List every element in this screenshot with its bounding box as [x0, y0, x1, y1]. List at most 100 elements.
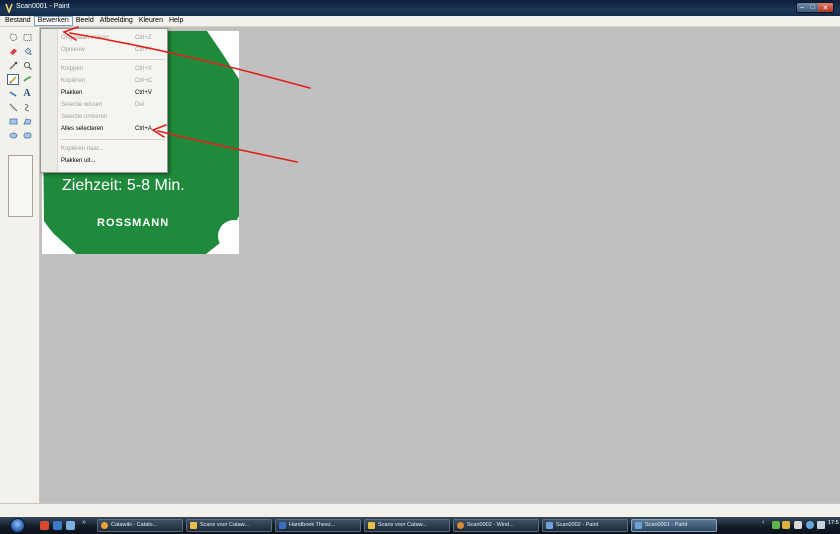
polygon-tool-icon[interactable] — [21, 116, 33, 127]
menu-bewerken[interactable]: Bewerken — [33, 16, 73, 26]
taskbar-item-label: Handboek Theez... — [289, 522, 336, 528]
menu-item-paste-from[interactable]: Plakken uit... — [61, 156, 165, 167]
menu-item-copy-to[interactable]: Kopiëren naar... — [61, 144, 165, 155]
taskbar-item-scans-2[interactable]: Scans voor Cataw... — [364, 519, 450, 532]
menu-item-copy[interactable]: Kopiëren Ctrl+C — [61, 76, 165, 87]
quicklaunch-switch-icon[interactable] — [66, 521, 75, 530]
taskbar-item-label: Scan0002 - Paint — [556, 522, 599, 528]
chrome-icon — [101, 522, 108, 529]
menu-bar: Bestand Bewerken Beeld Afbeelding Kleure… — [0, 16, 840, 27]
menu-separator — [61, 139, 165, 140]
menu-item-shortcut: Ctrl+V — [135, 90, 152, 96]
paint-icon — [635, 522, 642, 529]
menu-item-cut[interactable]: Knippen Ctrl+X — [61, 64, 165, 75]
quicklaunch-overflow-icon[interactable]: » — [82, 519, 86, 526]
fill-bucket-tool-icon[interactable] — [21, 46, 33, 57]
quicklaunch-browser-icon[interactable] — [40, 521, 49, 530]
tray-app-icon[interactable] — [782, 521, 790, 529]
taskbar-item-scan0001-paint[interactable]: Scan0001 - Paint — [631, 519, 717, 532]
menu-help[interactable]: Help — [166, 16, 186, 26]
title-bar: Scan0001 - Paint – □ ✕ — [0, 0, 840, 16]
taskbar: » Catawiki - Catalo... Scans voor Cataw.… — [0, 517, 840, 534]
window-controls: – □ ✕ — [796, 2, 834, 13]
status-bar — [0, 503, 840, 517]
menu-bestand[interactable]: Bestand — [2, 16, 34, 26]
tray-expand-icon[interactable]: ‹ — [762, 519, 764, 526]
menu-item-label: Kopiëren naar... — [61, 146, 104, 152]
taskbar-item-label: Scan0002 - Wind... — [467, 522, 514, 528]
menu-item-select-all[interactable]: Alles selecteren Ctrl+A — [61, 124, 165, 135]
folder-icon — [190, 522, 197, 529]
folder-icon — [368, 522, 375, 529]
eraser-tool-icon[interactable] — [7, 46, 19, 57]
network-icon[interactable] — [794, 521, 802, 529]
tray-app-icon[interactable] — [806, 521, 814, 529]
curve-tool-icon[interactable] — [21, 102, 33, 113]
rounded-rectangle-tool-icon[interactable] — [21, 130, 33, 141]
ellipse-tool-icon[interactable] — [7, 130, 19, 141]
menu-item-label: Opnieuw — [61, 47, 85, 53]
tool-options-box[interactable] — [8, 155, 33, 217]
menu-item-shortcut: Ctrl+A — [135, 126, 152, 132]
color-picker-tool-icon[interactable] — [7, 60, 19, 71]
menu-item-redo[interactable]: Opnieuw Ctrl+Y — [61, 45, 165, 56]
word-icon — [279, 522, 286, 529]
taskbar-item-label: Scan0001 - Paint — [645, 522, 688, 528]
tray-app-icon[interactable] — [772, 521, 780, 529]
maximize-button[interactable]: □ — [807, 3, 818, 12]
menu-item-label: Selectie omkeren — [61, 114, 108, 120]
menu-item-shortcut: Ctrl+C — [135, 78, 153, 84]
paint-icon — [546, 522, 553, 529]
menu-item-shortcut: Ctrl+Y — [135, 47, 152, 53]
menu-kleuren[interactable]: Kleuren — [136, 16, 166, 26]
brush-tool-icon[interactable] — [21, 74, 33, 85]
rectangle-tool-icon[interactable] — [7, 116, 19, 127]
menu-item-label: Knippen — [61, 66, 84, 72]
toolbox: A — [0, 27, 40, 503]
rect-select-tool-icon[interactable] — [21, 32, 33, 43]
menu-item-label: Ongedaan maken — [61, 35, 109, 41]
photo-viewer-icon — [457, 522, 464, 529]
menu-item-label: Plakken uit... — [61, 158, 96, 164]
clock[interactable]: 17:5 — [828, 520, 839, 526]
brewing-time-text: Ziehzeit: 5-8 Min. — [62, 177, 185, 194]
edit-menu-dropdown: Ongedaan maken Ctrl+Z Opnieuw Ctrl+Y Kni… — [40, 28, 168, 173]
free-select-tool-icon[interactable] — [7, 32, 19, 43]
menu-item-invert-selection[interactable]: Selectie omkeren — [61, 112, 165, 123]
window-title: Scan0001 - Paint — [16, 3, 70, 10]
menu-item-shortcut: Ctrl+X — [135, 66, 152, 72]
menu-item-undo[interactable]: Ongedaan maken Ctrl+Z — [61, 33, 165, 44]
menu-beeld[interactable]: Beeld — [73, 16, 97, 26]
paint-app-icon — [5, 3, 13, 13]
taskbar-item-scan0002-paint[interactable]: Scan0002 - Paint — [542, 519, 628, 532]
menu-item-label: Kopiëren — [61, 78, 86, 84]
taskbar-item-scan0002-viewer[interactable]: Scan0002 - Wind... — [453, 519, 539, 532]
pencil-tool-icon[interactable] — [7, 74, 19, 85]
quicklaunch-desktop-icon[interactable] — [53, 521, 62, 530]
taskbar-item-label: Scans voor Cataw... — [200, 522, 249, 528]
menu-item-shortcut: Ctrl+Z — [135, 35, 152, 41]
menu-item-clear-selection[interactable]: Selectie wissen Del — [61, 100, 165, 111]
taskbar-item-catawiki[interactable]: Catawiki - Catalo... — [97, 519, 183, 532]
close-button[interactable]: ✕ — [817, 3, 833, 12]
brand-logo-text: ROSSMANN — [97, 217, 170, 229]
menu-item-paste[interactable]: Plakken Ctrl+V — [61, 88, 165, 99]
menu-item-shortcut: Del — [135, 102, 145, 108]
airbrush-tool-icon[interactable] — [7, 88, 19, 99]
taskbar-item-label: Scans voor Cataw... — [378, 522, 427, 528]
menu-item-label: Selectie wissen — [61, 102, 103, 108]
taskbar-item-handboek[interactable]: Handboek Theez... — [275, 519, 361, 532]
menu-afbeelding[interactable]: Afbeelding — [97, 16, 136, 26]
menu-icon-gutter — [41, 29, 58, 172]
taskbar-item-label: Catawiki - Catalo... — [111, 522, 158, 528]
start-button[interactable] — [10, 518, 25, 533]
menu-item-label: Plakken — [61, 90, 83, 96]
volume-icon[interactable] — [817, 521, 825, 529]
text-tool-icon[interactable]: A — [21, 88, 33, 99]
line-tool-icon[interactable] — [7, 102, 19, 113]
minimize-button[interactable]: – — [797, 3, 808, 12]
menu-separator — [61, 59, 165, 60]
taskbar-item-scans-1[interactable]: Scans voor Cataw... — [186, 519, 272, 532]
magnifier-tool-icon[interactable] — [21, 60, 33, 71]
menu-item-label: Alles selecteren — [61, 126, 104, 132]
